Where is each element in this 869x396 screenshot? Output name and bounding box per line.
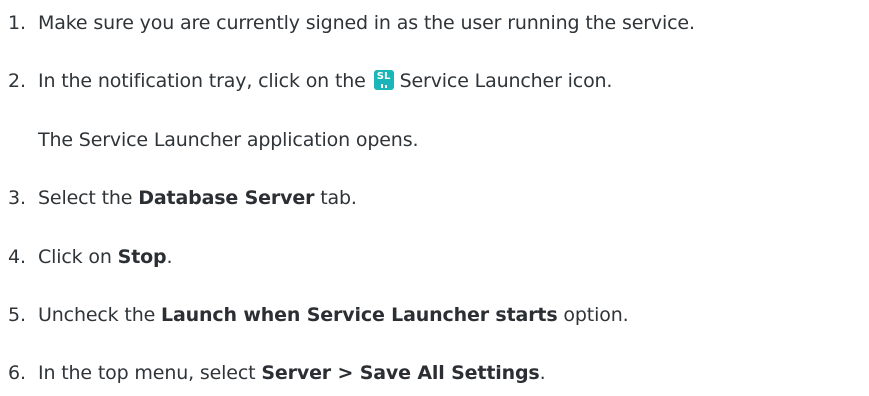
step-text: Uncheck the — [38, 304, 156, 326]
step-text: Make sure you are currently signed in as… — [38, 12, 695, 34]
step-text-after: Service Launcher icon. — [399, 70, 613, 92]
step-number: 1. — [8, 12, 26, 34]
step-number: 2. — [8, 70, 26, 92]
step-4: 4. Click on Stop. — [0, 243, 173, 271]
ui-term: Database Server — [138, 187, 315, 209]
step-number: 3. — [8, 187, 26, 209]
step-3: 3. Select the Database Server tab. — [0, 184, 357, 212]
step-2: 2. In the notification tray, click on the… — [0, 67, 612, 95]
step-number: 6. — [8, 362, 26, 384]
step-text-after: option. — [563, 304, 629, 326]
step-1: 1. Make sure you are currently signed in … — [0, 9, 695, 37]
ui-term: Stop — [117, 246, 167, 268]
ui-term: Server > Save All Settings — [261, 362, 540, 384]
step-text: In the notification tray, click on the — [38, 70, 366, 92]
step-number: 5. — [8, 304, 26, 326]
step-2-note: The Service Launcher application opens. — [38, 129, 419, 151]
step-text: Select the — [38, 187, 133, 209]
step-5: 5. Uncheck the Launch when Service Launch… — [0, 301, 629, 329]
step-text: In the top menu, select — [38, 362, 256, 384]
step-6: 6. In the top menu, select Server > Save … — [0, 359, 546, 387]
step-text-after: . — [166, 246, 173, 268]
step-text: Click on — [38, 246, 112, 268]
instructions-list: 1. Make sure you are currently signed in … — [0, 0, 869, 396]
ui-term: Launch when Service Launcher starts — [161, 304, 558, 326]
step-number: 4. — [8, 246, 26, 268]
service-launcher-icon: SL — [373, 70, 394, 90]
step-text-after: . — [539, 362, 546, 384]
step-text-after: tab. — [320, 187, 357, 209]
